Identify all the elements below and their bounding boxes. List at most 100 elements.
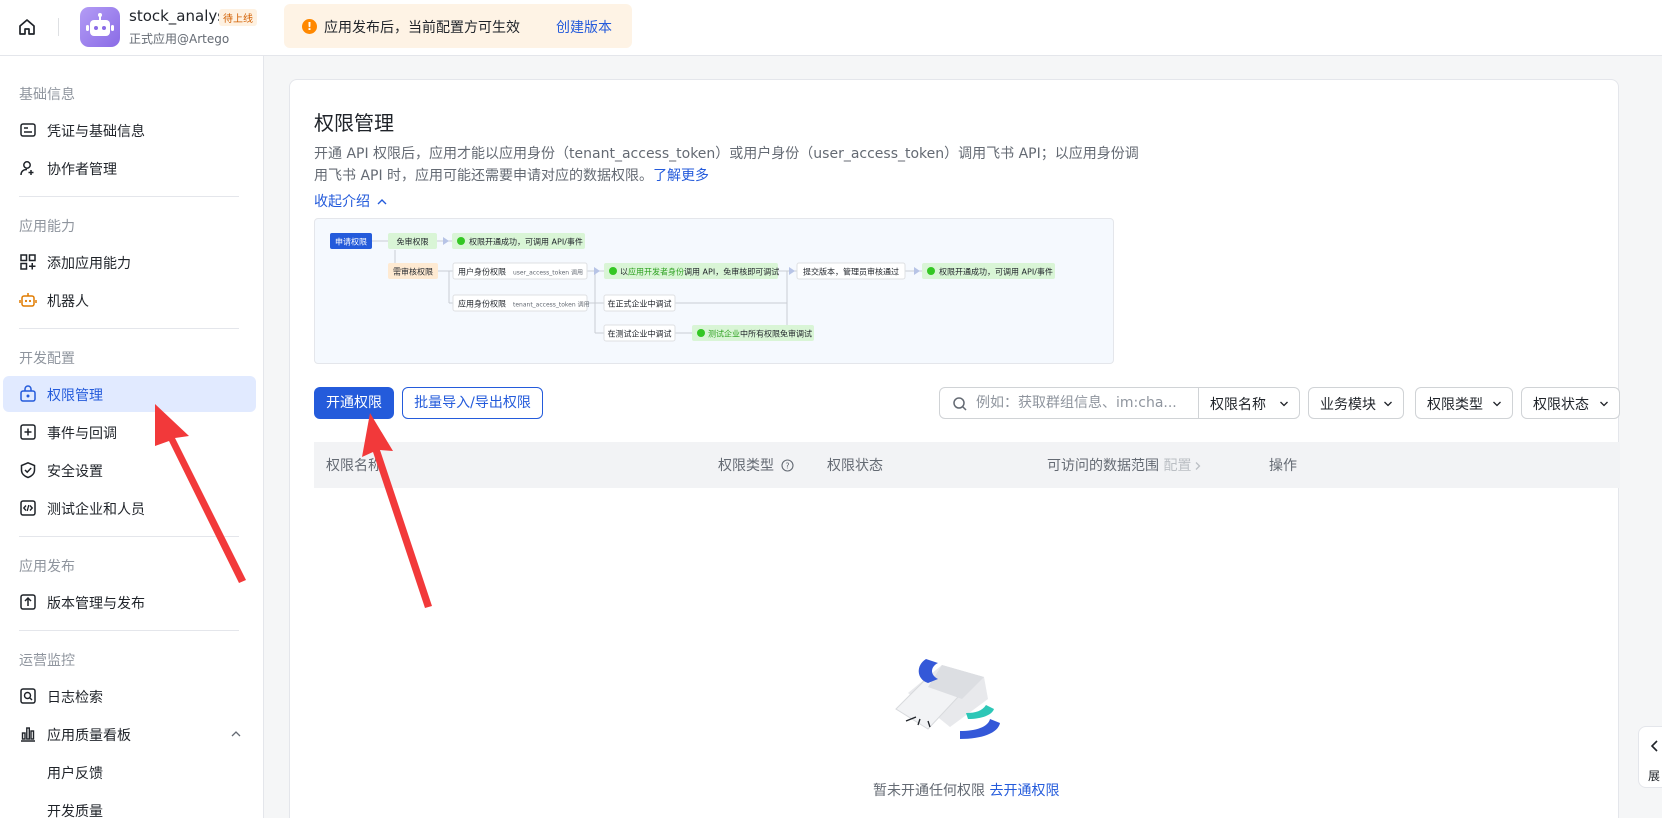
select-value: 权限名称 bbox=[1210, 397, 1266, 413]
sidebar-item-security[interactable]: 安全设置 bbox=[3, 452, 256, 488]
sidebar-item-log-search[interactable]: 日志检索 bbox=[3, 678, 256, 714]
column-header-label: 可访问的数据范围 bbox=[1047, 458, 1159, 474]
sidebar: 基础信息 凭证与基础信息 协作者管理 应用能力 添加应用能力 机器人 开发配置 … bbox=[0, 56, 264, 818]
flow-node-review: 需审核权限 bbox=[393, 267, 433, 277]
log-search-icon bbox=[20, 688, 36, 704]
flow-node-test-enterprise: 测试企业中所有权限免审调试 bbox=[708, 329, 812, 339]
sidebar-item-quality-board[interactable]: 应用质量看板 bbox=[3, 716, 256, 752]
flow-text-highlight: 测试企业 bbox=[708, 329, 740, 339]
chevron-down-icon bbox=[1280, 401, 1288, 407]
flow-node-submit: 提交版本，管理员审核通过 bbox=[803, 267, 899, 277]
go-open-permission-link[interactable]: 去开通权限 bbox=[989, 783, 1059, 799]
section-title-capabilities: 应用能力 bbox=[19, 219, 75, 235]
status-filter-select[interactable]: 权限状态 bbox=[1521, 387, 1620, 419]
create-version-link[interactable]: 创建版本 bbox=[556, 17, 612, 37]
flow-node-app-identity: 应用身份权限 bbox=[458, 299, 506, 309]
flow-diagram-svg: 申请权限 免审权限 权限开通成功，可调用 API/事件 需审核权限 用户身份权限… bbox=[330, 233, 1055, 342]
batch-import-export-button[interactable]: 批量导入/导出权限 bbox=[402, 387, 543, 419]
sidebar-subitem-dev-quality[interactable]: 开发质量 bbox=[3, 792, 256, 818]
permission-flow-diagram: 申请权限 免审权限 权限开通成功，可调用 API/事件 需审核权限 用户身份权限… bbox=[314, 218, 1114, 364]
robot-icon bbox=[19, 293, 37, 307]
sidebar-item-credentials[interactable]: 凭证与基础信息 bbox=[3, 112, 256, 148]
learn-more-link[interactable]: 了解更多 bbox=[653, 168, 709, 184]
search-input[interactable] bbox=[976, 393, 1186, 413]
app-name: stock_analyst bbox=[129, 7, 231, 25]
id-card-icon bbox=[20, 123, 36, 137]
sidebar-item-label: 安全设置 bbox=[47, 464, 103, 480]
column-header-scope: 可访问的数据范围 配置 bbox=[1047, 455, 1202, 475]
svg-text:?: ? bbox=[786, 462, 790, 471]
flow-node-free: 免审权限 bbox=[397, 237, 429, 247]
sidebar-item-label: 事件与回调 bbox=[47, 426, 117, 442]
sidebar-item-permissions[interactable]: 权限管理 bbox=[3, 376, 256, 412]
select-value: 权限类型 bbox=[1427, 397, 1483, 413]
search-field-select[interactable]: 权限名称 bbox=[1198, 387, 1300, 419]
module-filter-select[interactable]: 业务模块 bbox=[1308, 387, 1404, 419]
sidebar-item-robot[interactable]: 机器人 bbox=[3, 282, 256, 318]
robot-icon bbox=[86, 13, 114, 36]
type-filter-select[interactable]: 权限类型 bbox=[1415, 387, 1513, 419]
sidebar-subitem-feedback[interactable]: 用户反馈 bbox=[3, 754, 256, 790]
sidebar-item-label: 应用质量看板 bbox=[47, 728, 131, 744]
expand-side-tab[interactable]: 展 bbox=[1638, 726, 1662, 788]
column-header-action: 操作 bbox=[1269, 458, 1297, 474]
sidebar-item-add-capability[interactable]: 添加应用能力 bbox=[3, 244, 256, 280]
top-bar: stock_analyst 待上线 正式应用@Artego ! 应用发布后，当前… bbox=[0, 0, 1662, 56]
sidebar-item-test-enterprise[interactable]: 测试企业和人员 bbox=[3, 490, 256, 526]
flow-text: 以 bbox=[620, 268, 628, 277]
flow-text: 调用 API，免审核即可调试 bbox=[684, 267, 779, 277]
section-title-dev-config: 开发配置 bbox=[19, 351, 75, 367]
description-line: 开通 API 权限后，应用才能以应用身份（tenant_access_token… bbox=[314, 146, 1139, 162]
sidebar-item-collaborators[interactable]: 协作者管理 bbox=[3, 150, 256, 186]
column-header-label: 权限类型 bbox=[718, 458, 774, 474]
empty-state-text: 暂未开通任何权限 去开通权限 bbox=[873, 780, 1059, 800]
divider bbox=[58, 18, 59, 36]
flow-node-dev-identity: 以应用开发者身份调用 API，免审核即可调试 bbox=[620, 267, 779, 277]
open-permission-button[interactable]: 开通权限 bbox=[314, 387, 394, 419]
description-line: 用飞书 API 时，应用可能还需要申请对应的数据权限。了解更多 bbox=[314, 165, 1114, 187]
sidebar-item-label: 权限管理 bbox=[47, 388, 103, 404]
sidebar-item-label: 用户反馈 bbox=[47, 766, 103, 782]
permissions-table-header: 权限名称 权限类型 ? 权限状态 可访问的数据范围 配置 操作 bbox=[314, 442, 1620, 488]
flow-node-prod-debug: 在正式企业中调试 bbox=[608, 299, 672, 309]
bar-chart-icon bbox=[21, 727, 35, 742]
collapse-intro-link[interactable]: 收起介绍 bbox=[314, 191, 388, 211]
flow-node-user-token: user_access_token 调用 bbox=[513, 269, 583, 277]
flow-node-test-debug: 在测试企业中调试 bbox=[608, 329, 672, 339]
column-header-name: 权限名称 bbox=[326, 458, 382, 474]
home-icon[interactable] bbox=[17, 17, 37, 37]
user-add-icon bbox=[20, 161, 34, 176]
sidebar-item-events[interactable]: 事件与回调 bbox=[3, 414, 256, 450]
status-badge: 待上线 bbox=[219, 9, 257, 26]
app-subtitle: 正式应用@Artego bbox=[129, 32, 230, 46]
flow-text: 中所有权限免审调试 bbox=[740, 329, 812, 339]
chevron-up-icon[interactable] bbox=[230, 728, 242, 740]
chevron-left-icon bbox=[1650, 740, 1658, 752]
flow-node-tenant-token: tenant_access_token 调用 bbox=[513, 301, 590, 309]
flow-node-user-identity: 用户身份权限 bbox=[458, 267, 506, 277]
chevron-down-icon bbox=[1600, 401, 1608, 407]
scope-config-label: 配置 bbox=[1163, 458, 1192, 474]
sidebar-item-label: 协作者管理 bbox=[47, 162, 117, 178]
chevron-right-icon bbox=[1195, 462, 1201, 470]
upload-box-icon bbox=[20, 594, 36, 610]
divider bbox=[19, 536, 239, 537]
sidebar-item-label: 版本管理与发布 bbox=[47, 596, 145, 612]
chevron-down-icon bbox=[1493, 401, 1501, 407]
sidebar-item-label: 机器人 bbox=[47, 294, 89, 310]
sidebar-item-versions[interactable]: 版本管理与发布 bbox=[3, 584, 256, 620]
collapse-label: 收起介绍 bbox=[314, 194, 370, 210]
flow-node-final-result: 权限开通成功，可调用 API/事件 bbox=[939, 267, 1053, 277]
section-title-basic: 基础信息 bbox=[19, 87, 75, 103]
sidebar-item-label: 开发质量 bbox=[47, 804, 103, 818]
plus-box-icon bbox=[20, 424, 36, 440]
divider bbox=[19, 630, 239, 631]
search-box bbox=[939, 387, 1199, 419]
scope-config-link[interactable]: 配置 bbox=[1163, 458, 1202, 474]
page-title: 权限管理 bbox=[314, 111, 394, 135]
help-icon[interactable]: ? bbox=[781, 459, 795, 472]
permissions-card: 权限管理 开通 API 权限后，应用才能以应用身份（tenant_access_… bbox=[289, 79, 1620, 818]
select-value: 业务模块 bbox=[1320, 397, 1376, 413]
grid-add-icon bbox=[20, 254, 36, 270]
publish-notice: ! 应用发布后，当前配置方可生效 创建版本 bbox=[284, 4, 632, 48]
